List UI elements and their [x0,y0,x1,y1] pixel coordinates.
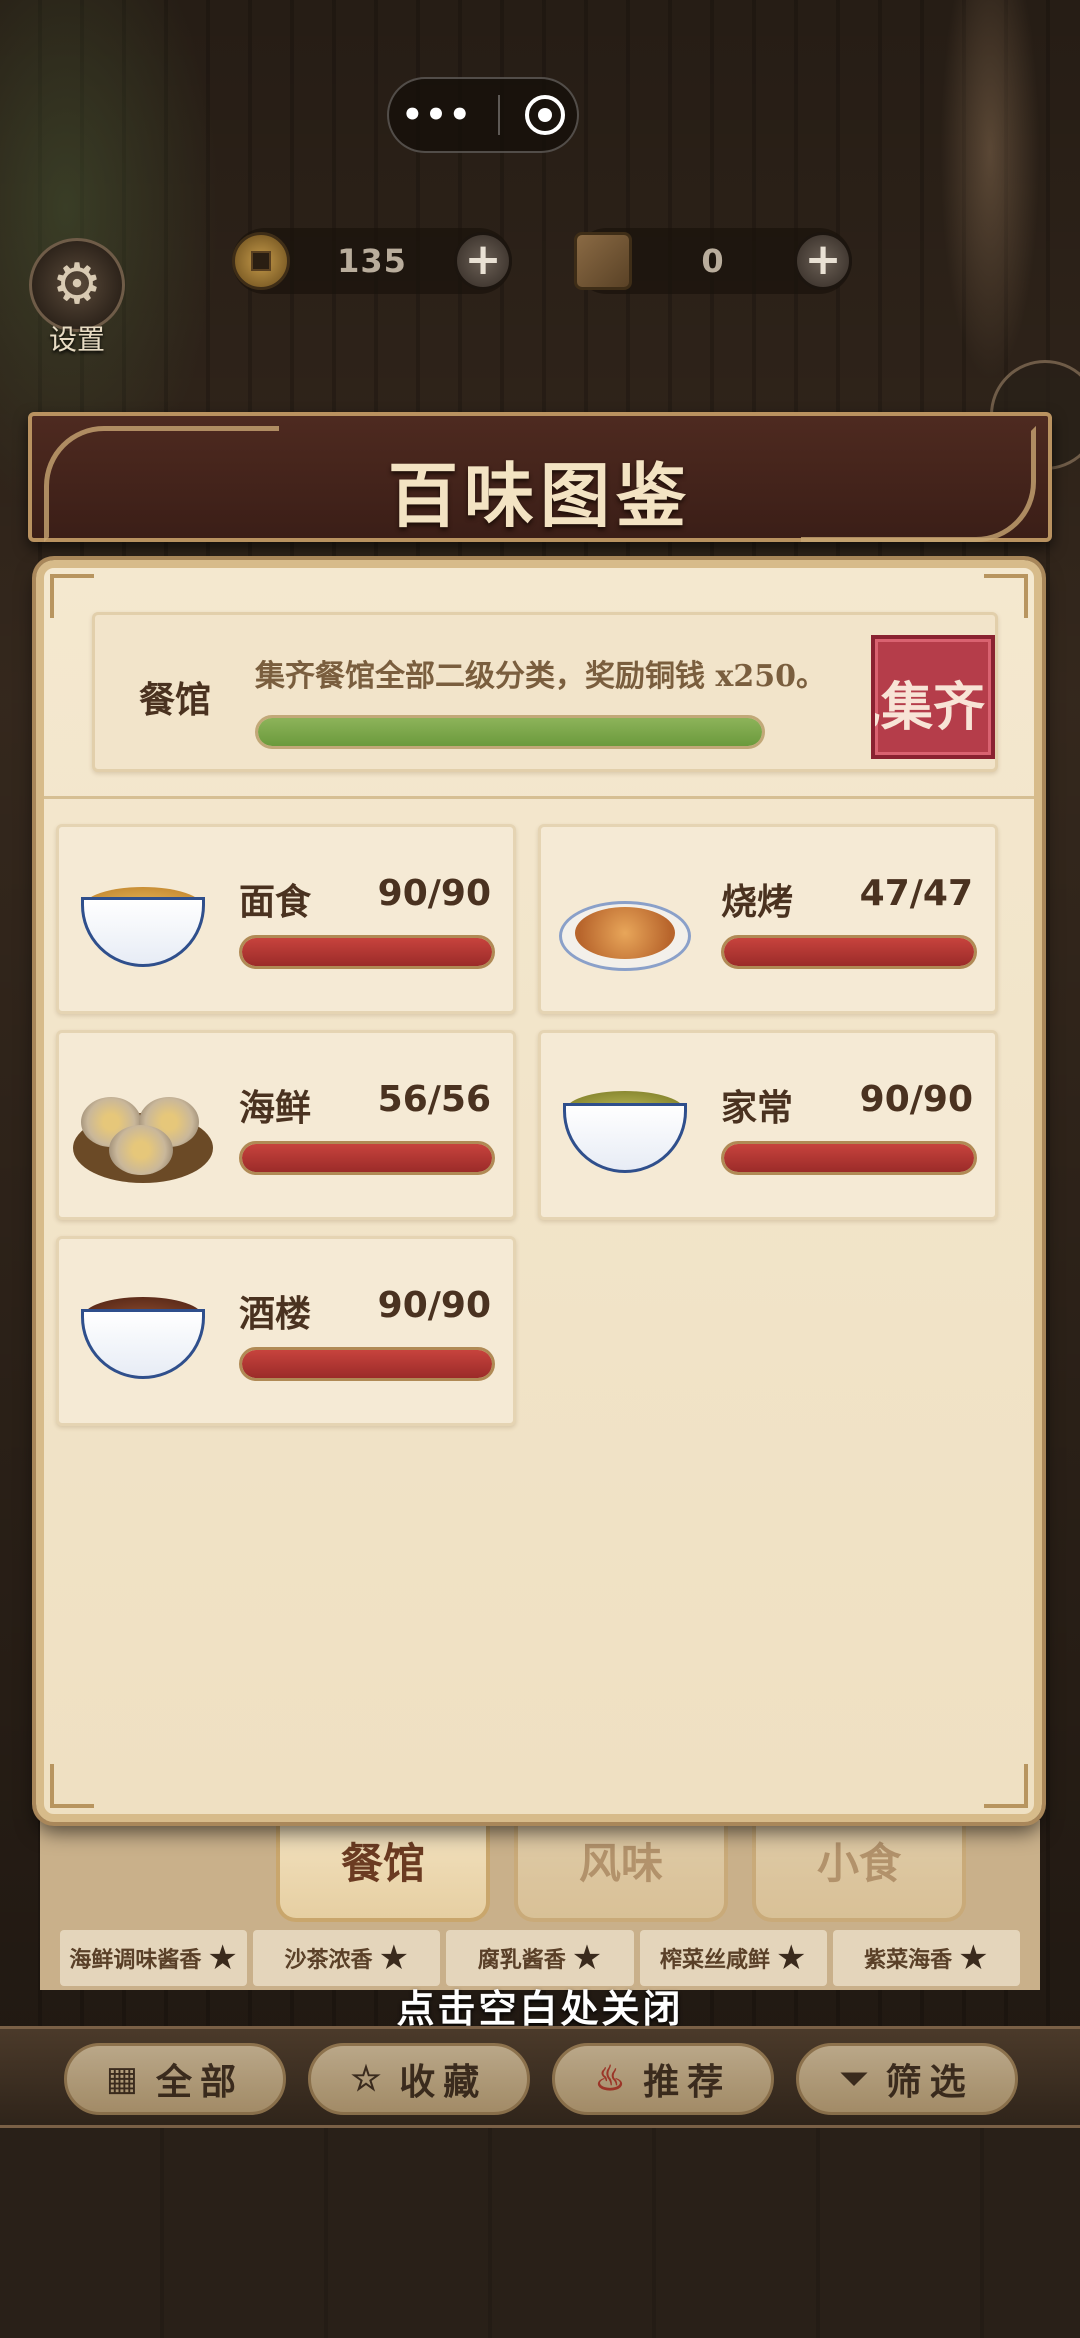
grilled-buns-icon [555,867,691,977]
corner-ornament [50,574,94,618]
capsule-separator [497,95,500,135]
category-card-restaurant[interactable]: 酒楼 90/90 [56,1236,516,1426]
reward-description: 集齐餐馆全部二级分类，奖励铜钱 x250。 [255,659,826,694]
floor-tiles [0,2120,1080,2338]
category-progress-bar [721,1141,977,1175]
target-close-icon[interactable] [524,95,565,135]
copper-coin-icon [232,232,290,290]
filter-button[interactable]: ⏷ 筛选 [796,2043,1018,2115]
book-value: 0 [701,242,725,280]
pea-soup-bowl-icon [555,1073,691,1183]
category-progress-fill [242,938,492,966]
recommend-button[interactable]: ♨ 推荐 [552,2043,774,2115]
bowl-shape [81,1309,205,1379]
tab-flavor[interactable]: 风味 [514,1818,728,1922]
star-icon: ★ [571,1938,603,1978]
category-tabs: 餐馆 风味 小食 [0,1818,1080,1924]
dish-label: 紫菜海香 [864,1948,953,1973]
coin-counter: 135 + [232,228,512,294]
settings-button[interactable]: ⚙ 设置 [24,238,130,358]
bowl-shape [81,897,205,967]
category-progress-fill [724,1144,974,1172]
miniprogram-capsule: ••• [387,77,579,153]
coin-value: 135 [337,242,407,280]
category-progress-bar [721,935,977,969]
category-card-bbq[interactable]: 烧烤 47/47 [538,824,998,1014]
stamp-text: 已集齐 [875,677,985,738]
add-coins-button[interactable]: + [454,232,512,290]
recommend-label: 推荐 [643,2061,732,2103]
header-progress-fill [258,718,762,746]
recipe-book-icon [574,232,632,290]
header-category: 餐馆 [139,679,212,721]
category-card-homestyle[interactable]: 家常 90/90 [538,1030,998,1220]
modal-title-bar: 百味图鉴 [28,412,1052,542]
divider [44,796,1034,799]
noodle-bowl-icon [73,867,209,977]
category-name: 烧烤 [721,881,794,923]
category-progress-fill [242,1144,492,1172]
category-count: 90/90 [377,1285,491,1326]
category-name: 酒楼 [239,1293,312,1335]
dish-label: 海鲜调味酱香 [69,1948,202,1973]
completed-stamp: 已集齐 [871,635,995,759]
category-progress-fill [724,938,974,966]
category-name: 家常 [721,1087,794,1129]
settings-label: 设置 [48,323,105,356]
flame-icon: ♨ [594,2059,626,2099]
filter-icon: ⏷ [840,2059,868,2099]
category-count: 90/90 [859,1079,973,1120]
star-icon: ★ [378,1938,410,1978]
oyster-shape [109,1125,173,1175]
star-icon: ★ [775,1938,807,1978]
oysters-icon [73,1073,213,1183]
category-progress-bar [239,1347,495,1381]
more-dots-icon[interactable]: ••• [401,98,472,132]
category-card-seafood[interactable]: 海鲜 56/56 [56,1030,516,1220]
bowl-shape [563,1103,687,1173]
favorites-button[interactable]: ☆ 收藏 [308,2043,530,2115]
hanging-garlic-decoration [940,0,1040,380]
grid-icon: ▦ [105,2059,139,2099]
category-progress-fill [242,1350,492,1378]
all-label: 全部 [156,2061,245,2103]
bottom-toolbar: ▦ 全部 ☆ 收藏 ♨ 推荐 ⏷ 筛选 [0,2026,1080,2128]
book-counter: 0 + [574,228,852,294]
header-progress-bar [255,715,765,749]
category-count: 47/47 [859,873,973,914]
filter-label: 筛选 [885,2061,974,2103]
add-books-button[interactable]: + [794,232,852,290]
tab-snack[interactable]: 小食 [752,1818,966,1922]
dish-label: 沙茶浓香 [284,1948,373,1973]
tab-restaurant[interactable]: 餐馆 [276,1818,490,1922]
favorites-label: 收藏 [399,2061,488,2103]
bean-stew-bowl-icon [73,1279,209,1389]
collection-modal: 餐馆 集齐餐馆全部二级分类，奖励铜钱 x250。 已集齐 面食 90/90 烧烤… [36,560,1042,1822]
star-icon: ☆ [350,2059,382,2099]
collection-header-card: 餐馆 集齐餐馆全部二级分类，奖励铜钱 x250。 已集齐 [92,612,998,772]
star-icon: ★ [207,1938,238,1978]
star-icon: ★ [958,1938,989,1978]
category-progress-bar [239,1141,495,1175]
page-title: 百味图鉴 [388,454,692,537]
dish-label: 腐乳酱香 [477,1948,566,1973]
category-name: 面食 [239,881,312,923]
corner-ornament [984,1764,1028,1808]
category-progress-bar [239,935,495,969]
buns-food [575,907,675,959]
close-hint: 点击空白处关闭 [396,1986,684,2031]
category-count: 56/56 [377,1079,491,1120]
category-name: 海鲜 [239,1087,312,1129]
corner-ornament [50,1764,94,1808]
category-count: 90/90 [377,873,491,914]
all-button[interactable]: ▦ 全部 [64,2043,286,2115]
dish-label: 榨菜丝咸鲜 [659,1948,770,1973]
category-card-noodles[interactable]: 面食 90/90 [56,824,516,1014]
